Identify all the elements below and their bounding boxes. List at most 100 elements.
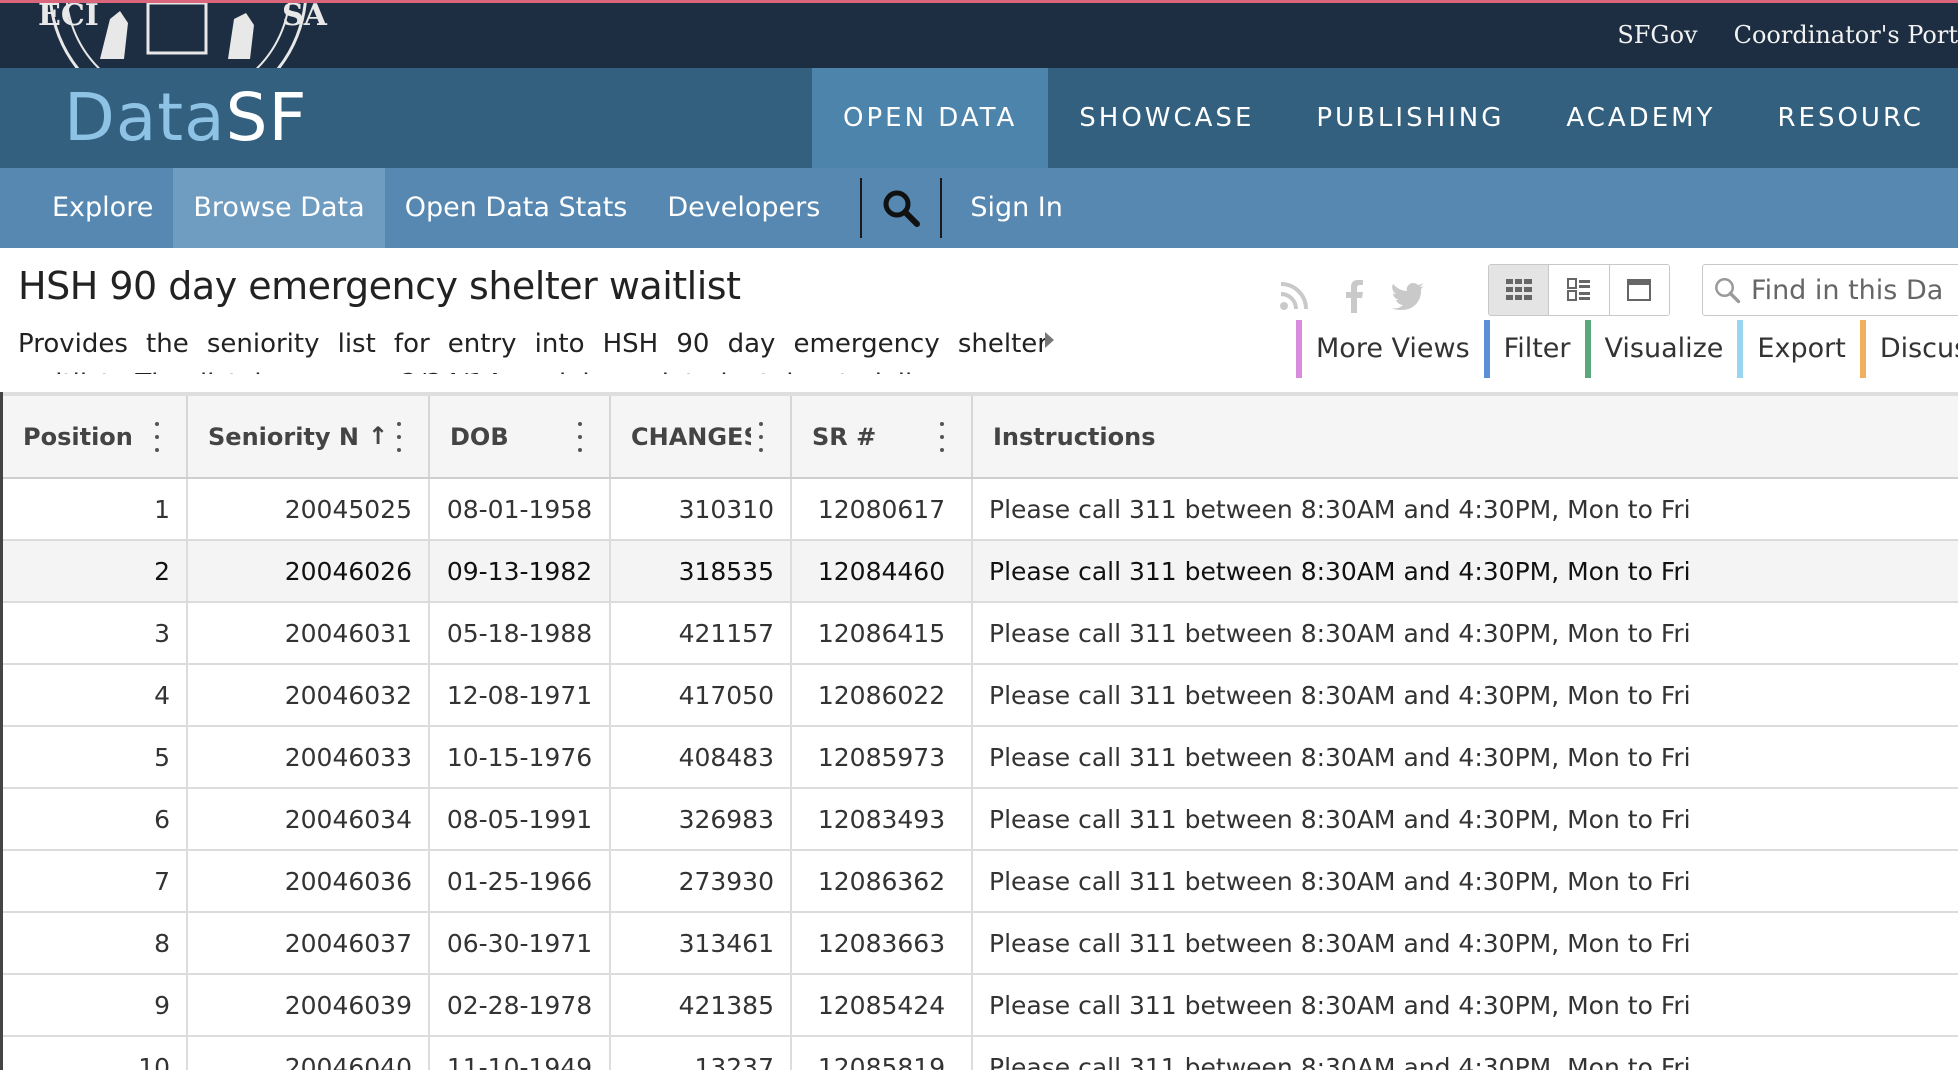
top-bar: ECI SAN SFGov Coordinator's Port: [0, 0, 1958, 68]
cell-changes-id: 313461: [610, 912, 792, 975]
search-button[interactable]: [860, 178, 943, 238]
table-row[interactable]: 4 20046032 12-08-1971 417050 12086022 Please …: [3, 664, 1958, 727]
cell-seniority-number: 20046026: [187, 540, 430, 603]
cell-changes-id: 13237: [610, 1036, 792, 1070]
column-header-changes-id[interactable]: CHANGES ID: [610, 392, 792, 479]
visualize-button[interactable]: Visualize: [1584, 320, 1738, 378]
page-view-button[interactable]: [1608, 265, 1669, 315]
column-menu-icon[interactable]: [577, 422, 583, 452]
column-header-position[interactable]: Position: [3, 392, 188, 479]
filter-button[interactable]: Filter: [1483, 320, 1585, 378]
coordinators-portal-link[interactable]: Coordinator's Port: [1734, 21, 1958, 49]
cell-instructions: Please call 311 between 8:30AM and 4:30P…: [972, 664, 1958, 727]
cell-sr-number: 12085973: [791, 726, 973, 789]
expand-description-icon[interactable]: [1045, 332, 1054, 348]
cell-seniority-number: 20045025: [187, 478, 430, 541]
cell-dob: 08-01-1958: [429, 478, 611, 541]
table-row[interactable]: 6 20046034 08-05-1991 326983 12083493 Please …: [3, 788, 1958, 851]
cell-instructions: Please call 311 between 8:30AM and 4:30P…: [972, 478, 1958, 541]
data-grid: Position Seniority Numb↑ DOB CHANGES ID …: [0, 392, 1958, 1070]
dataset-description: Provides the seniority list for entry in…: [18, 329, 1048, 374]
cell-dob: 01-25-1966: [429, 850, 611, 913]
column-menu-icon[interactable]: [154, 422, 160, 452]
table-row[interactable]: 7 20046036 01-25-1966 273930 12086362 Please …: [3, 850, 1958, 913]
export-button[interactable]: Export: [1737, 320, 1860, 378]
table-row[interactable]: 9 20046039 02-28-1978 421385 12085424 Please …: [3, 974, 1958, 1037]
sub-nav: Explore Browse Data Open Data Stats Deve…: [0, 168, 1958, 248]
cell-changes-id: 310310: [610, 478, 792, 541]
more-views-button[interactable]: More Views: [1296, 320, 1484, 378]
table-row[interactable]: 3 20046031 05-18-1988 421157 12086415 Please …: [3, 602, 1958, 665]
column-header-dob[interactable]: DOB: [429, 392, 611, 479]
cell-sr-number: 12080617: [791, 478, 973, 541]
list-view-button[interactable]: [1548, 265, 1609, 315]
column-header-instructions[interactable]: Instructions: [972, 392, 1958, 479]
cell-changes-id: 417050: [610, 664, 792, 727]
cell-instructions: Please call 311 between 8:30AM and 4:30P…: [972, 1036, 1958, 1070]
view-toggle: [1488, 264, 1670, 316]
cell-position: 2: [3, 540, 188, 603]
search-icon: [1715, 278, 1741, 304]
main-nav-open-data[interactable]: OPEN DATA: [812, 68, 1049, 168]
cell-seniority-number: 20046034: [187, 788, 430, 851]
cell-dob: 09-13-1982: [429, 540, 611, 603]
column-menu-icon[interactable]: [939, 422, 945, 452]
cell-position: 1: [3, 478, 188, 541]
table-row[interactable]: 10 20046040 11-10-1949 13237 12085819 Please …: [3, 1036, 1958, 1070]
sfgov-link[interactable]: SFGov: [1617, 21, 1697, 49]
svg-text:ECI: ECI: [38, 0, 99, 33]
datasf-logo[interactable]: DataSF: [64, 78, 307, 158]
rss-icon[interactable]: [1274, 276, 1314, 316]
sign-in-link[interactable]: Sign In: [962, 168, 1083, 248]
table-row[interactable]: 5 20046033 10-15-1976 408483 12085973 Please …: [3, 726, 1958, 789]
column-menu-icon[interactable]: [396, 422, 402, 452]
twitter-icon[interactable]: [1388, 276, 1428, 316]
logo-sf-text: SF: [225, 79, 308, 156]
sub-nav-developers[interactable]: Developers: [647, 168, 840, 248]
sort-ascending-icon[interactable]: ↑: [368, 422, 388, 450]
sub-nav-explore[interactable]: Explore: [0, 168, 173, 248]
cell-instructions: Please call 311 between 8:30AM and 4:30P…: [972, 912, 1958, 975]
main-nav-publishing[interactable]: PUBLISHING: [1285, 68, 1535, 168]
facebook-icon[interactable]: [1334, 276, 1374, 316]
list-view-icon: [1566, 278, 1590, 301]
cell-position: 5: [3, 726, 188, 789]
cell-sr-number: 12083663: [791, 912, 973, 975]
table-row[interactable]: 2 20046026 09-13-1982 318535 12084460 Please …: [3, 540, 1958, 603]
sub-nav-browse-data[interactable]: Browse Data: [173, 168, 385, 248]
svg-text:SAN: SAN: [282, 0, 328, 33]
main-nav-academy[interactable]: ACADEMY: [1535, 68, 1746, 168]
column-header-label: Position: [23, 423, 133, 451]
main-nav-showcase[interactable]: SHOWCASE: [1048, 68, 1285, 168]
table-row[interactable]: 8 20046037 06-30-1971 313461 12083663 Please …: [3, 912, 1958, 975]
column-header-label: CHANGES ID: [631, 423, 751, 451]
table-row[interactable]: 1 20045025 08-01-1958 310310 12080617 Please …: [3, 478, 1958, 541]
cell-sr-number: 12086362: [791, 850, 973, 913]
cell-seniority-number: 20046036: [187, 850, 430, 913]
cell-sr-number: 12084460: [791, 540, 973, 603]
cell-dob: 11-10-1949: [429, 1036, 611, 1070]
cell-changes-id: 273930: [610, 850, 792, 913]
column-menu-icon[interactable]: [758, 422, 764, 452]
table-header-row: Position Seniority Numb↑ DOB CHANGES ID …: [3, 392, 1958, 479]
column-header-label: Instructions: [993, 423, 1156, 451]
dataset-actions: More Views Filter Visualize Export Discu…: [1296, 320, 1958, 378]
column-header-sr-number[interactable]: SR #: [791, 392, 973, 479]
main-nav-resources[interactable]: RESOURC: [1746, 68, 1954, 168]
cell-changes-id: 421157: [610, 602, 792, 665]
cell-instructions: Please call 311 between 8:30AM and 4:30P…: [972, 974, 1958, 1037]
cell-changes-id: 326983: [610, 788, 792, 851]
cell-seniority-number: 20046037: [187, 912, 430, 975]
cell-seniority-number: 20046033: [187, 726, 430, 789]
cell-dob: 05-18-1988: [429, 602, 611, 665]
dataset-header: HSH 90 day emergency shelter waitlist Pr…: [0, 248, 1958, 390]
cell-sr-number: 12083493: [791, 788, 973, 851]
discuss-button[interactable]: Discuss: [1859, 320, 1958, 378]
cell-changes-id: 408483: [610, 726, 792, 789]
cell-position: 3: [3, 602, 188, 665]
column-header-seniority-number[interactable]: Seniority Numb ↑: [187, 392, 430, 479]
cell-instructions: Please call 311 between 8:30AM and 4:30P…: [972, 602, 1958, 665]
grid-view-button[interactable]: [1489, 265, 1549, 315]
find-in-dataset-input[interactable]: [1751, 274, 1958, 306]
sub-nav-open-data-stats[interactable]: Open Data Stats: [385, 168, 648, 248]
